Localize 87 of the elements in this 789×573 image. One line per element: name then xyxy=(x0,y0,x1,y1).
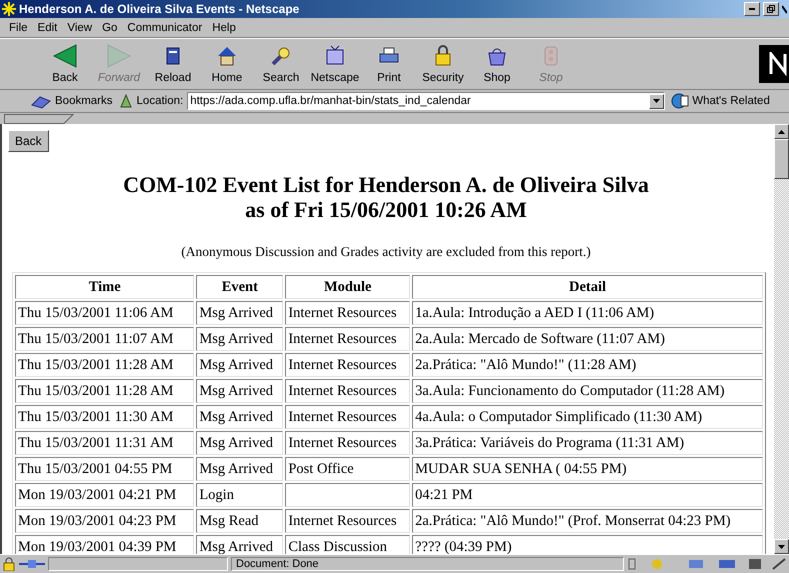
toolbar-button[interactable]: Search xyxy=(254,41,308,87)
minimize-button[interactable] xyxy=(744,2,760,16)
location-icon xyxy=(118,93,133,109)
menu-item[interactable]: View xyxy=(62,22,98,34)
table-cell: Internet Resources xyxy=(285,405,410,429)
table-cell: Internet Resources xyxy=(285,509,410,533)
column-header: Detail xyxy=(412,275,763,299)
menu-item[interactable]: Go xyxy=(97,22,122,34)
toolbar-button[interactable]: Security xyxy=(416,41,470,87)
restore-icon xyxy=(767,5,775,13)
toolbar-button[interactable]: Print xyxy=(362,41,416,87)
column-header: Module xyxy=(285,275,410,299)
table-cell: Class Discussion xyxy=(285,535,410,554)
minimize-icon xyxy=(749,8,755,10)
scroll-down-icon[interactable] xyxy=(778,544,785,548)
close-icon[interactable] xyxy=(782,4,787,14)
table-cell: 4a.Aula: o Computador Simplificado (11:30 AM) xyxy=(412,405,763,429)
table-cell: Thu 15/03/2001 11:31 AM xyxy=(15,431,194,455)
scroll-thumb[interactable] xyxy=(774,139,789,179)
lock-icon xyxy=(2,557,16,571)
bookmarks-button[interactable]: Bookmarks xyxy=(28,93,115,109)
table-cell: 2a.Prática: "Alô Mundo!" (11:28 AM) xyxy=(412,353,763,377)
maximize-button[interactable] xyxy=(763,2,779,16)
table-cell: Msg Read xyxy=(196,509,284,533)
column-header: Event xyxy=(196,275,284,299)
table-cell: Internet Resources xyxy=(285,353,410,377)
toolbar-button[interactable]: Shop xyxy=(470,41,524,87)
menu-item[interactable]: File xyxy=(4,22,33,34)
page-heading: as of Fri 15/06/2001 10:26 AM xyxy=(244,197,528,222)
logo-icon xyxy=(759,45,789,83)
report-note: (Anonymous Discussion and Grades activity are excluded from this report.) xyxy=(180,244,592,260)
table-cell: 2a.Prática: "Alô Mundo!" (Prof. Monserrat 04:23 PM) xyxy=(412,509,763,533)
toolbar-button[interactable]: Reload xyxy=(146,41,200,87)
table-cell: Mon 19/03/2001 04:39 PM xyxy=(15,535,194,554)
table-cell: Thu 15/03/2001 11:06 AM xyxy=(15,301,194,325)
table-cell: 3a.Prática: Variáveis do Programa (11:31 AM) xyxy=(412,431,763,455)
table-cell: Post Office xyxy=(285,457,410,481)
table-cell: 2a.Aula: Mercado de Software (11:07 AM) xyxy=(412,327,763,351)
table-cell: Msg Arrived xyxy=(196,457,284,481)
table-cell: 1a.Aula: Introdução a AED I (11:06 AM) xyxy=(412,301,763,325)
app-icon xyxy=(2,2,16,16)
table-cell: Msg Arrived xyxy=(196,379,284,403)
table-cell: Mon 19/03/2001 04:21 PM xyxy=(15,483,194,507)
scrollbar[interactable] xyxy=(774,124,789,554)
whats-related-button[interactable]: What's Related xyxy=(669,93,772,109)
table-cell: Thu 15/03/2001 11:30 AM xyxy=(15,405,194,429)
toolbar-button[interactable]: Home xyxy=(200,41,254,87)
column-header: Time xyxy=(15,275,194,299)
table-cell: Thu 15/03/2001 11:07 AM xyxy=(15,327,194,351)
table-cell: Msg Arrived xyxy=(196,327,284,351)
table-cell: Internet Resources xyxy=(285,379,410,403)
url-field[interactable]: https://ada.comp.ufla.br/manhat-bin/stats_ind_calendar xyxy=(187,92,666,110)
forward-icon xyxy=(107,44,131,68)
table-cell: Internet Resources xyxy=(285,327,410,351)
back-button[interactable]: Back xyxy=(8,130,49,152)
page-heading: COM-102 Event List for Henderson A. de Oliveira Silva xyxy=(122,172,650,197)
menu-item[interactable]: Help xyxy=(207,22,241,34)
table-cell: Thu 15/03/2001 11:28 AM xyxy=(15,353,194,377)
table-cell: Mon 19/03/2001 04:23 PM xyxy=(15,509,194,533)
table-cell: Msg Arrived xyxy=(196,431,284,455)
menu-item[interactable]: Communicator xyxy=(122,22,208,34)
table-cell: Thu 15/03/2001 11:28 AM xyxy=(15,379,194,403)
table-cell: Msg Arrived xyxy=(196,301,284,325)
status-text: Document: Done xyxy=(231,557,624,571)
window-title: Henderson A. de Oliveira Silva Events - Netscape xyxy=(19,2,300,16)
back-icon xyxy=(53,44,77,68)
globe-icon xyxy=(671,93,690,109)
component-bar-drawing[interactable] xyxy=(627,557,787,571)
table-cell: MUDAR SUA SENHA ( 04:55 PM) xyxy=(412,457,763,481)
table-cell: 3a.Aula: Funcionamento do Computador (11:28 AM) xyxy=(412,379,763,403)
table-cell: Msg Arrived xyxy=(196,353,284,377)
table-cell: Msg Arrived xyxy=(196,405,284,429)
table-cell: ???? (04:39 PM) xyxy=(412,535,763,554)
table-cell: Msg Arrived xyxy=(196,535,284,554)
table-cell: Login xyxy=(196,483,284,507)
menu-item[interactable]: Edit xyxy=(32,22,62,34)
table-cell: 04:21 PM xyxy=(412,483,763,507)
connection-icon xyxy=(19,559,45,569)
scroll-up-icon[interactable] xyxy=(778,130,785,134)
table-cell: Internet Resources xyxy=(285,301,410,325)
table-cell: Thu 15/03/2001 04:55 PM xyxy=(15,457,194,481)
location-label: Location: xyxy=(136,95,184,107)
toolbar-button[interactable]: Netscape xyxy=(308,41,362,87)
dropdown-icon[interactable] xyxy=(653,99,660,103)
tab-handle-icon[interactable] xyxy=(4,114,74,124)
table-cell: Internet Resources xyxy=(285,431,410,455)
toolbar-button[interactable]: Back xyxy=(38,41,92,87)
